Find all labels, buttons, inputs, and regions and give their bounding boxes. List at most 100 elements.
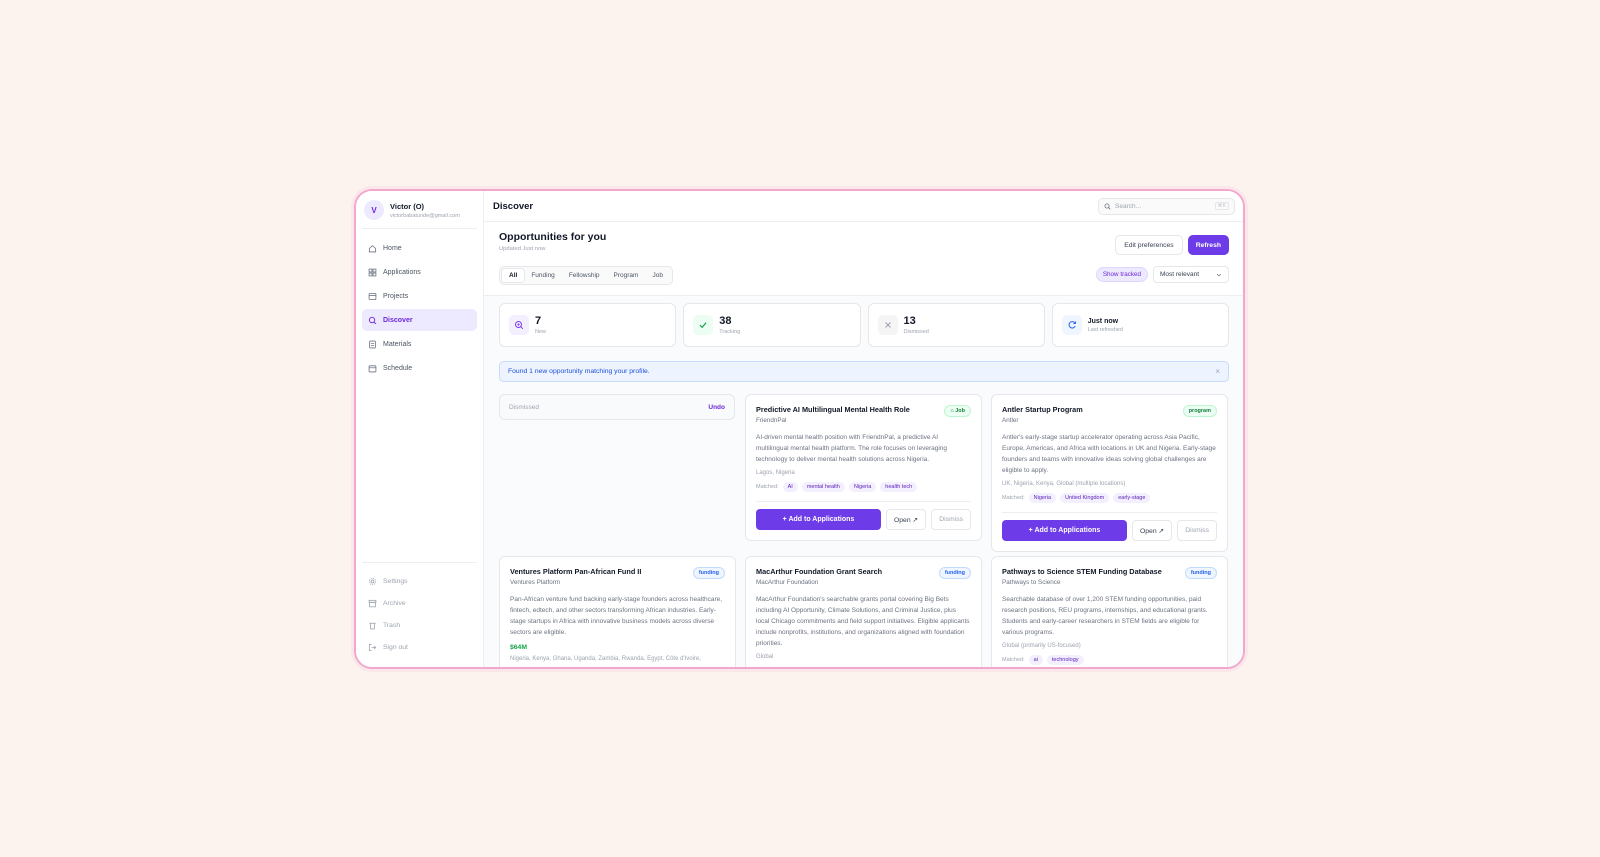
sidebar-item-label: Discover — [383, 316, 413, 324]
sidebar-item-applications[interactable]: Applications — [362, 261, 477, 283]
tag: ai — [1028, 655, 1043, 665]
stat-value: 7 — [535, 314, 542, 327]
grid-icon — [368, 268, 377, 277]
opportunity-card[interactable]: Antler Startup Program Antler program An… — [991, 394, 1228, 552]
matched-label: Matched: — [1002, 657, 1025, 663]
user-name: Victor (O) — [390, 201, 425, 211]
type-badge: funding — [692, 567, 725, 579]
stat-label: New — [535, 328, 547, 335]
topbar: Discover Search... ⌘K — [484, 191, 1243, 222]
card-org: FriendnPal — [756, 417, 787, 424]
card-actions: + Add to Applications Open ↗ Dismiss — [756, 501, 971, 540]
sidebar-item-label: Settings — [383, 577, 408, 585]
sidebar-item-discover[interactable]: Discover — [362, 309, 477, 331]
refresh-icon — [1061, 315, 1082, 335]
user-profile[interactable]: V Victor (O) victorbabatunde@gmail.com — [362, 191, 477, 229]
check-icon — [693, 315, 714, 335]
stat-new: 7 New — [499, 303, 677, 347]
stat-value: Just now — [1087, 317, 1119, 325]
card-org: Antler — [1002, 417, 1019, 424]
user-email: victorbabatunde@gmail.com — [390, 212, 460, 219]
opportunity-card[interactable]: Ventures Platform Pan-African Fund II Ve… — [499, 556, 736, 667]
sidebar-item-trash[interactable]: Trash — [362, 615, 477, 635]
tag: health tech — [880, 482, 918, 492]
document-icon — [368, 340, 377, 349]
archive-icon — [368, 599, 377, 608]
trash-icon — [368, 621, 377, 630]
tag: Nigeria — [848, 482, 877, 492]
edit-preferences-button[interactable]: Edit preferences — [1115, 235, 1183, 255]
tag: early-stage — [1113, 493, 1151, 503]
stat-label: Tracking — [719, 328, 741, 335]
sidebar-item-label: Projects — [383, 292, 409, 300]
sort-select[interactable]: Most relevant — [1153, 266, 1229, 283]
dismiss-button[interactable]: Dismiss — [931, 509, 971, 530]
undo-button[interactable]: Undo — [708, 404, 725, 411]
search-placeholder: Search... — [1115, 202, 1142, 210]
sidebar-item-label: Applications — [383, 268, 421, 276]
main-content: Discover Search... ⌘K Opportunities for … — [484, 191, 1243, 667]
add-to-applications-button[interactable]: + Add to Applications — [1002, 520, 1127, 541]
stat-value: 38 — [719, 314, 732, 327]
stat-label: Last refreshed — [1087, 326, 1123, 333]
sidebar-item-settings[interactable]: Settings — [362, 571, 477, 591]
matched-label: Matched: — [756, 484, 779, 490]
home-icon — [368, 244, 377, 253]
type-badge: program — [1182, 405, 1217, 417]
tag: technology — [1046, 655, 1084, 665]
sparkle-search-icon — [509, 315, 529, 335]
tab-funding[interactable]: Funding — [524, 269, 562, 282]
list-controls: Show tracked Most relevant — [1095, 266, 1229, 283]
tab-job[interactable]: Job — [645, 269, 669, 282]
refresh-button[interactable]: Refresh — [1187, 235, 1229, 255]
dismiss-button[interactable]: Dismiss — [1177, 520, 1217, 541]
sign-out-icon — [368, 643, 377, 652]
stat-dismissed: 13 Dismissed — [867, 303, 1045, 347]
opportunity-card[interactable]: MacArthur Foundation Grant Search MacArt… — [745, 556, 982, 667]
search-input[interactable]: Search... ⌘K — [1098, 197, 1235, 215]
card-description: Searchable database of over 1,200 STEM f… — [1002, 596, 1208, 636]
card-title: Antler Startup Program — [1002, 405, 1083, 414]
card-location: Nigeria, Kenya, Ghana, Uganda, Zambia, R… — [510, 656, 701, 662]
sidebar-footer: Settings Archive Trash Sign out — [362, 562, 477, 659]
show-tracked-toggle[interactable]: Show tracked — [1095, 267, 1148, 282]
sidebar-item-label: Trash — [383, 621, 401, 629]
funding-amount: $64M — [510, 644, 528, 651]
header-actions: Edit preferences Refresh — [1115, 235, 1229, 255]
app-window: V Victor (O) victorbabatunde@gmail.com H… — [354, 189, 1245, 669]
dismissed-label: Dismissed — [509, 403, 539, 411]
chevron-down-icon — [1216, 273, 1222, 276]
add-to-applications-button[interactable]: + Add to Applications — [756, 509, 881, 530]
card-description: AI-driven mental health position with Fr… — [756, 434, 948, 463]
sidebar-item-projects[interactable]: Projects — [362, 285, 477, 307]
tag: mental health — [801, 482, 845, 492]
card-description: MacArthur Foundation's searchable grants… — [756, 596, 970, 647]
matched-tags: Matched: Nigeria United Kingdom early-st… — [1002, 493, 1217, 503]
stat-last-refreshed: Just now Last refreshed — [1051, 303, 1229, 347]
sidebar-item-materials[interactable]: Materials — [362, 333, 477, 355]
matched-tags: Matched: AI mental health Nigeria health… — [756, 482, 971, 492]
opportunity-card[interactable]: Predictive AI Multilingual Mental Health… — [745, 394, 982, 541]
close-icon[interactable]: × — [1215, 367, 1220, 376]
sidebar-item-home[interactable]: Home — [362, 237, 477, 259]
card-org: MacArthur Foundation — [756, 579, 819, 586]
opportunity-card[interactable]: Pathways to Science STEM Funding Databas… — [991, 556, 1228, 667]
tab-fellowship[interactable]: Fellowship — [562, 269, 607, 282]
type-badge: ⌂ Job — [944, 405, 971, 417]
tab-all[interactable]: All — [502, 269, 525, 282]
calendar-icon — [368, 364, 377, 373]
type-badge: funding — [1184, 567, 1217, 579]
sidebar-item-archive[interactable]: Archive — [362, 593, 477, 613]
open-button[interactable]: Open ↗ — [885, 509, 927, 530]
stat-tracking: 38 Tracking — [683, 303, 861, 347]
card-location: Global (primarily US-focused) — [1002, 643, 1081, 649]
sidebar-item-sign-out[interactable]: Sign out — [362, 637, 477, 657]
sidebar-item-schedule[interactable]: Schedule — [362, 357, 477, 379]
open-button[interactable]: Open ↗ — [1131, 520, 1173, 541]
sidebar-nav: Home Applications Projects Discover Mate… — [356, 229, 483, 389]
card-title: Ventures Platform Pan-African Fund II — [510, 567, 642, 576]
card-actions: + Add to Applications Open ↗ Dismiss — [1002, 512, 1217, 551]
card-description: Pan-African venture fund backing early-s… — [510, 596, 723, 636]
tab-program[interactable]: Program — [607, 269, 646, 282]
card-description: Antler's early-stage startup accelerator… — [1002, 434, 1216, 474]
